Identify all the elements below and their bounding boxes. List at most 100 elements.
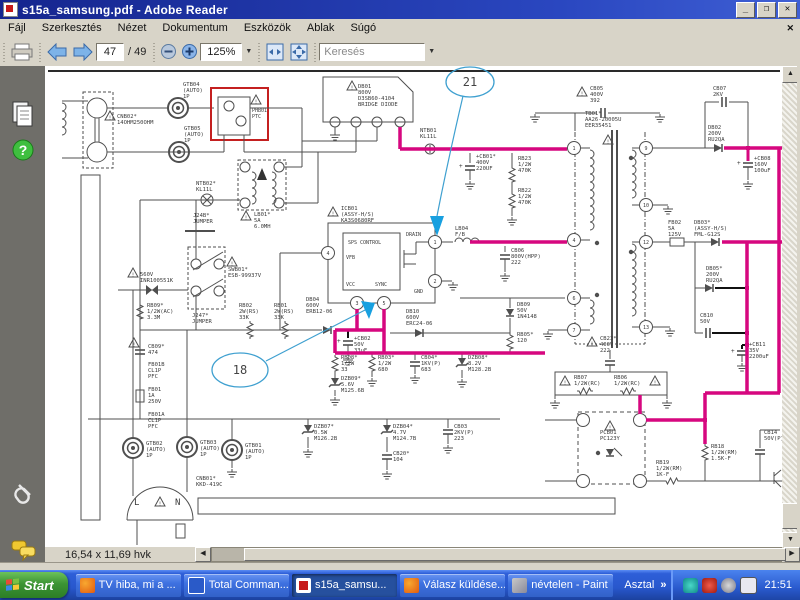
svg-text:!: ! bbox=[132, 343, 135, 349]
svg-text:7: 7 bbox=[572, 328, 575, 334]
svg-text:33: 33 bbox=[341, 367, 348, 373]
system-tray: 21:51 bbox=[670, 570, 800, 600]
svg-text:+: + bbox=[337, 338, 341, 345]
svg-text:1/2W(RC): 1/2W(RC) bbox=[614, 381, 641, 387]
task-label: TV hiba, mi a ... bbox=[98, 579, 176, 591]
menu-view[interactable]: Nézet bbox=[110, 20, 155, 36]
svg-text:EER35451: EER35451 bbox=[585, 123, 612, 129]
fit-width-button[interactable] bbox=[265, 42, 285, 62]
chevron-icon[interactable]: » bbox=[660, 579, 666, 591]
svg-text:4: 4 bbox=[572, 238, 575, 244]
svg-text:!: ! bbox=[653, 381, 656, 387]
horizontal-scrollbar[interactable] bbox=[211, 547, 786, 562]
task-label: névtelen - Paint bbox=[531, 579, 608, 591]
zoom-level-input[interactable]: 125% bbox=[200, 42, 243, 61]
close-document-icon[interactable]: ✕ bbox=[786, 23, 794, 34]
taskbar-task-adobe-reader[interactable]: s15a_samsu... bbox=[291, 573, 398, 597]
search-dropdown-icon[interactable]: ▼ bbox=[428, 48, 435, 55]
svg-text:3.3M: 3.3M bbox=[147, 315, 161, 321]
previous-page-button[interactable] bbox=[46, 42, 68, 61]
tray-messenger-icon[interactable] bbox=[682, 577, 698, 593]
svg-text:PTC: PTC bbox=[252, 114, 261, 120]
fit-width-icon bbox=[266, 43, 284, 60]
desktop-toolbar[interactable]: Asztal » bbox=[624, 579, 666, 591]
arrow-right-icon bbox=[73, 42, 93, 61]
tray-keyboard-layout-icon[interactable] bbox=[739, 576, 757, 594]
minimize-button[interactable]: _ bbox=[736, 1, 755, 18]
paint-icon bbox=[512, 577, 528, 593]
howto-panel-button[interactable]: ? bbox=[11, 138, 35, 167]
svg-text:1P: 1P bbox=[146, 453, 153, 459]
svg-text:PC123Y: PC123Y bbox=[600, 436, 621, 442]
taskbar-task-paint[interactable]: névtelen - Paint bbox=[508, 573, 614, 597]
svg-text:223: 223 bbox=[454, 436, 464, 442]
menu-document[interactable]: Dokumentum bbox=[154, 20, 235, 36]
svg-text:KL11L: KL11L bbox=[196, 187, 213, 193]
svg-text:RU2QA: RU2QA bbox=[706, 278, 723, 284]
fit-page-button[interactable] bbox=[289, 42, 309, 62]
svg-text:1P: 1P bbox=[200, 452, 207, 458]
search-placeholder: Keresés bbox=[324, 45, 365, 58]
pages-icon bbox=[12, 101, 33, 127]
svg-text:ERB12-06: ERB12-06 bbox=[306, 309, 333, 315]
tray-clock-icon[interactable] bbox=[720, 577, 736, 593]
print-button[interactable] bbox=[10, 42, 34, 62]
svg-text:VFB: VFB bbox=[346, 255, 355, 261]
svg-text:50V: 50V bbox=[700, 319, 711, 325]
svg-text:JUMPER: JUMPER bbox=[192, 319, 213, 325]
svg-text:L: L bbox=[134, 498, 139, 508]
menu-edit[interactable]: Szerkesztés bbox=[34, 20, 110, 36]
taskbar-task-firefox-1[interactable]: TV hiba, mi a ... bbox=[75, 573, 181, 597]
svg-text:!: ! bbox=[563, 381, 566, 387]
scroll-right-icon[interactable]: ▶ bbox=[784, 547, 800, 562]
menu-help[interactable]: Súgó bbox=[342, 20, 384, 36]
svg-text:10: 10 bbox=[643, 203, 649, 209]
tray-security-icon[interactable] bbox=[701, 577, 717, 593]
page-number-value: 47 bbox=[103, 45, 117, 58]
menu-file[interactable]: Fájl bbox=[0, 20, 34, 36]
zoom-out-button[interactable] bbox=[160, 43, 177, 60]
taskbar-task-total-commander[interactable]: Total Comman... bbox=[183, 573, 289, 597]
horizontal-scrollbar-thumb[interactable] bbox=[244, 548, 786, 561]
svg-text:220UF: 220UF bbox=[476, 166, 493, 172]
svg-text:SPS CONTROL: SPS CONTROL bbox=[348, 240, 381, 246]
status-bar: 16,54 x 11,69 hvk ◀ ▶ bbox=[45, 547, 800, 562]
scroll-left-icon[interactable]: ◀ bbox=[195, 547, 211, 562]
svg-text:!: ! bbox=[331, 212, 334, 218]
taskbar: Start TV hiba, mi a ... Total Comman... … bbox=[0, 570, 800, 600]
svg-text:M125.6B: M125.6B bbox=[341, 388, 365, 394]
svg-text:!: ! bbox=[131, 273, 134, 279]
menu-window[interactable]: Ablak bbox=[299, 20, 343, 36]
vertical-scrollbar[interactable]: ▲ ▼ bbox=[782, 66, 799, 549]
close-button[interactable]: ✕ bbox=[778, 1, 797, 18]
pages-panel-button[interactable] bbox=[11, 100, 35, 133]
start-button[interactable]: Start bbox=[0, 572, 68, 598]
total-commander-icon bbox=[187, 576, 205, 594]
pdf-file-icon bbox=[295, 577, 311, 593]
svg-text:N: N bbox=[175, 498, 180, 508]
svg-text:M128.2B: M128.2B bbox=[468, 367, 492, 373]
page-total: / 49 bbox=[128, 45, 147, 58]
page-number-input[interactable]: 47 bbox=[96, 42, 124, 61]
svg-text:1.5K-F: 1.5K-F bbox=[711, 456, 731, 462]
menu-tools[interactable]: Eszközök bbox=[236, 20, 299, 36]
pdf-app-icon bbox=[3, 2, 18, 17]
document-page[interactable]: ! CNB02* 14OHM250OHM GTB04 (AUTO) 1P GTB05 (AUT… bbox=[45, 66, 782, 547]
svg-text:18: 18 bbox=[233, 363, 247, 377]
attachments-panel-button[interactable] bbox=[11, 481, 35, 512]
restore-button[interactable]: ❐ bbox=[757, 1, 776, 18]
svg-text:1P: 1P bbox=[245, 455, 252, 461]
svg-text:392: 392 bbox=[590, 98, 600, 104]
svg-text:PFC: PFC bbox=[148, 374, 158, 380]
svg-text:KL11L: KL11L bbox=[420, 134, 437, 140]
search-input[interactable]: Keresés bbox=[319, 42, 426, 61]
next-page-button[interactable] bbox=[72, 42, 94, 61]
zoom-in-button[interactable] bbox=[181, 43, 198, 60]
svg-text:BRIDGE DIODE: BRIDGE DIODE bbox=[358, 102, 398, 108]
taskbar-task-firefox-2[interactable]: Válasz küldése... bbox=[400, 573, 506, 597]
svg-text:VCC: VCC bbox=[346, 282, 355, 288]
svg-text:250V: 250V bbox=[148, 399, 162, 405]
zoom-dropdown-icon[interactable]: ▼ bbox=[245, 48, 252, 55]
printer-icon bbox=[11, 43, 33, 60]
svg-text:100uF: 100uF bbox=[754, 168, 771, 174]
